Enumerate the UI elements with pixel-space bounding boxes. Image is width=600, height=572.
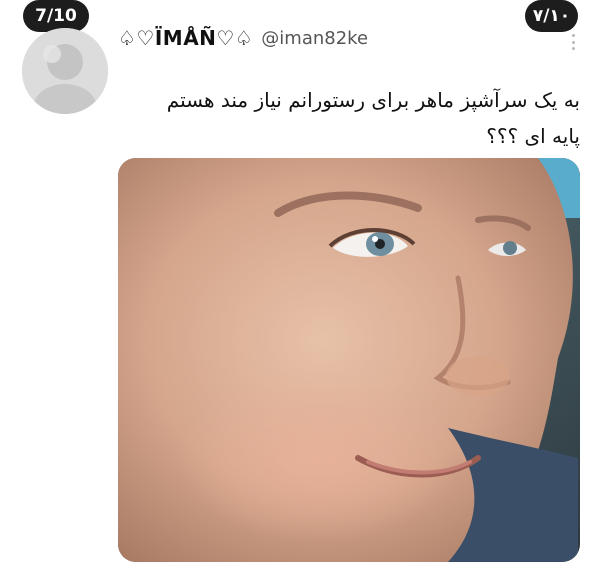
- more-options-icon[interactable]: [566, 34, 580, 50]
- slide-counter-left: 7/10: [23, 0, 89, 32]
- avatar[interactable]: [22, 28, 108, 114]
- tweet-text-line: به یک سرآشپز ماهر برای رستورانم نیاز مند…: [166, 88, 580, 112]
- tweet-text: به یک سرآشپز ماهر برای رستورانم نیاز مند…: [120, 82, 580, 154]
- slide-counter-right: ۷/۱۰: [525, 0, 578, 32]
- display-name[interactable]: ♤♡ÏMÅÑ♡♤: [118, 26, 253, 50]
- tweet-text-line: پایه ای ؟؟؟: [486, 124, 580, 148]
- tweet-screenshot: 7/10 ۷/۱۰ ♤♡ÏMÅÑ♡♤ @iman82ke به یک سرآشپ…: [0, 0, 600, 572]
- avatar-image: [22, 28, 108, 114]
- tweet-media-photo[interactable]: [118, 158, 580, 562]
- child-face-photo: [118, 158, 580, 562]
- tweet-header: ♤♡ÏMÅÑ♡♤ @iman82ke: [118, 22, 368, 54]
- user-handle[interactable]: @iman82ke: [261, 28, 368, 49]
